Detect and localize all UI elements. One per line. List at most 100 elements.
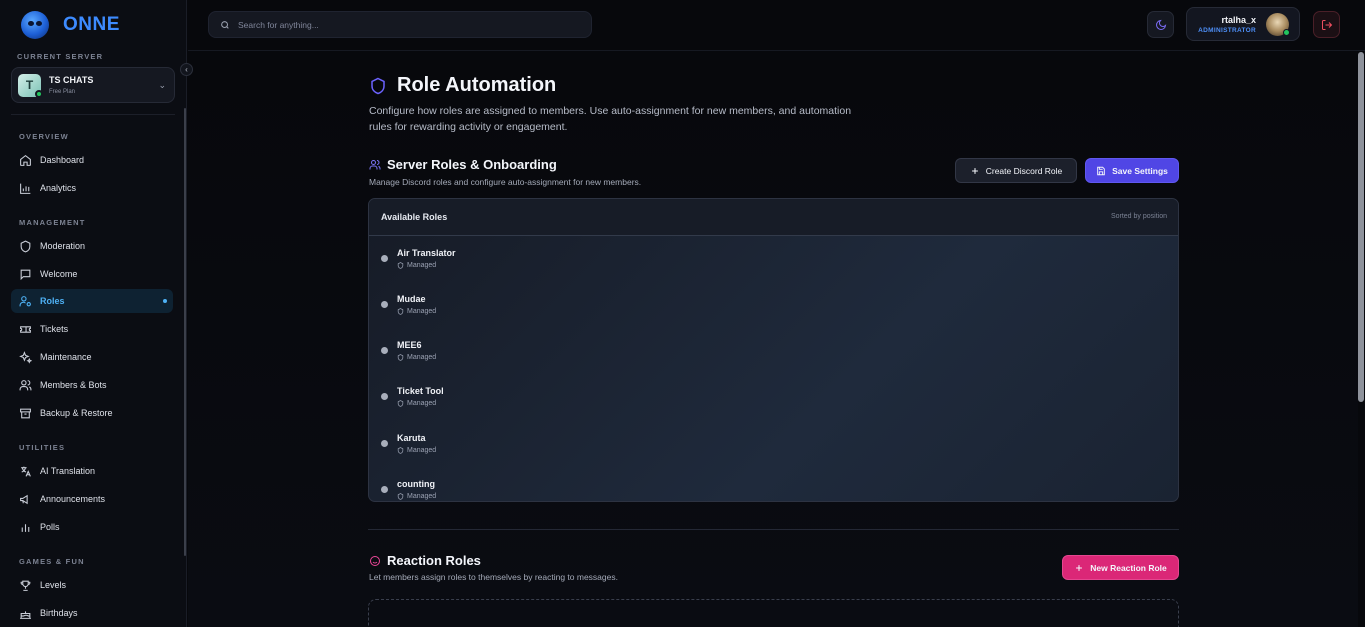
role-name: Mudae — [397, 294, 426, 304]
sidebar-item-birthdays[interactable]: Birthdays — [11, 601, 173, 625]
sidebar-scrollbar[interactable] — [184, 108, 186, 556]
server-selector[interactable]: T TS CHATS Free Plan ⌄ — [11, 67, 175, 103]
role-name: Air Translator — [397, 248, 456, 258]
sidebar-item-polls[interactable]: Polls — [11, 515, 173, 539]
role-status: Managed — [397, 493, 436, 500]
sidebar-item-label: AI Translation — [40, 466, 96, 476]
sidebar-item-tickets[interactable]: Tickets — [11, 317, 173, 341]
user-name: rtalha_x — [1221, 15, 1256, 25]
archive-icon — [19, 407, 32, 420]
translate-icon — [19, 465, 32, 478]
role-color-dot — [381, 393, 388, 400]
sidebar-item-levels[interactable]: Levels — [11, 573, 173, 597]
server-name: TS CHATS — [49, 75, 94, 85]
sidebar-item-members-bots[interactable]: Members & Bots — [11, 373, 173, 397]
sidebar-item-backup-restore[interactable]: Backup & Restore — [11, 401, 173, 425]
role-status-text: Managed — [407, 354, 437, 361]
sidebar-item-label: Tickets — [40, 324, 69, 334]
users-icon — [369, 159, 381, 169]
sidebar-item-moderation[interactable]: Moderation — [11, 234, 173, 258]
sidebar-item-welcome[interactable]: Welcome — [11, 262, 173, 286]
user-menu[interactable]: rtalha_x ADMINISTRATOR — [1186, 7, 1300, 41]
role-status-text: Managed — [407, 493, 437, 500]
sidebar: ONNE CURRENT SERVER T TS CHATS Free Plan… — [0, 0, 193, 627]
message-icon — [19, 268, 32, 281]
server-plan: Free Plan — [49, 89, 76, 95]
moon-icon — [1155, 19, 1166, 30]
user-online-dot — [1283, 29, 1290, 36]
megaphone-icon — [19, 493, 32, 506]
new-reaction-role-label: New Reaction Role — [1090, 562, 1167, 573]
save-icon — [1097, 166, 1105, 175]
list-item[interactable]: MEE6 Managed — [369, 328, 1178, 374]
sidebar-item-label: Dashboard — [40, 155, 85, 165]
list-item[interactable]: counting Managed — [369, 467, 1178, 501]
shield-icon — [19, 239, 32, 253]
chevron-left-icon: ‹ — [185, 65, 188, 74]
users-icon — [19, 379, 32, 392]
role-status-text: Managed — [407, 447, 437, 454]
user-cog-icon — [19, 295, 32, 308]
logout-button[interactable] — [1313, 11, 1340, 38]
role-color-dot — [381, 301, 388, 308]
search-input[interactable] — [238, 19, 558, 30]
create-discord-role-button[interactable]: Create Discord Role — [955, 158, 1077, 183]
page-title-text: Role Automation — [397, 74, 557, 96]
sidebar-item-ai-translation[interactable]: AI Translation — [11, 459, 173, 483]
shield-icon — [397, 400, 404, 407]
sidebar-item-roles[interactable]: Roles — [11, 289, 173, 313]
trophy-icon — [19, 579, 32, 592]
sidebar-item-label: Levels — [40, 580, 67, 590]
role-status: Managed — [397, 308, 436, 315]
role-status: Managed — [397, 447, 436, 454]
sparkles-icon — [19, 350, 32, 364]
reaction-roles-subtitle: Let members assign roles to themselves b… — [369, 572, 618, 582]
sidebar-item-announcements[interactable]: Announcements — [11, 487, 173, 511]
list-item[interactable]: Ticket Tool Managed — [369, 374, 1178, 420]
list-item[interactable]: Karuta Managed — [369, 421, 1178, 467]
section-label-management: MANAGEMENT — [19, 218, 86, 227]
role-status-text: Managed — [407, 262, 437, 269]
page-scrollbar[interactable] — [1358, 52, 1364, 402]
brand-name: ONNE — [63, 14, 120, 35]
brand[interactable]: ONNE — [21, 11, 120, 39]
theme-toggle-button[interactable] — [1147, 11, 1174, 38]
active-indicator — [163, 299, 167, 303]
role-status-text: Managed — [407, 400, 437, 407]
plus-icon — [1076, 564, 1083, 571]
available-roles-panel: Available Roles Sorted by position Air T… — [368, 198, 1179, 502]
role-name: MEE6 — [397, 340, 422, 350]
section-divider — [368, 529, 1179, 530]
sidebar-item-label: Birthdays — [40, 608, 78, 618]
collapse-sidebar-button[interactable]: ‹ — [180, 63, 193, 76]
role-color-dot — [381, 440, 388, 447]
role-color-dot — [381, 486, 388, 493]
server-roles-heading: Server Roles & Onboarding — [369, 157, 557, 172]
shield-icon — [397, 262, 404, 269]
list-item[interactable]: Mudae Managed — [369, 282, 1178, 328]
page-title: Role Automation — [369, 74, 556, 97]
brand-logo-icon — [21, 11, 49, 39]
shield-icon — [397, 493, 404, 500]
section-label-games: GAMES & FUN — [19, 557, 85, 566]
search-bar[interactable] — [208, 11, 592, 38]
ticket-icon — [19, 323, 32, 336]
role-status: Managed — [397, 354, 436, 361]
bar-chart-icon — [19, 521, 32, 534]
sidebar-item-label: Welcome — [40, 269, 78, 279]
sidebar-item-maintenance[interactable]: Maintenance — [11, 345, 173, 369]
sidebar-item-analytics[interactable]: Analytics — [11, 176, 173, 200]
save-settings-button[interactable]: Save Settings — [1085, 158, 1179, 183]
save-settings-label: Save Settings — [1112, 165, 1168, 176]
sidebar-item-dashboard[interactable]: Dashboard — [11, 148, 173, 172]
roles-panel-sort: Sorted by position — [1110, 213, 1167, 220]
new-reaction-role-button[interactable]: New Reaction Role — [1062, 555, 1179, 580]
user-role-badge: ADMINISTRATOR — [1198, 27, 1256, 34]
role-color-dot — [381, 347, 388, 354]
role-status-text: Managed — [407, 308, 437, 315]
list-item[interactable]: Air Translator Managed — [369, 236, 1178, 282]
current-server-label: CURRENT SERVER — [17, 52, 104, 61]
main-content: Role Automation Configure how roles are … — [188, 52, 1358, 627]
reaction-roles-empty-state — [368, 599, 1179, 627]
section-label-utilities: UTILITIES — [19, 443, 66, 452]
